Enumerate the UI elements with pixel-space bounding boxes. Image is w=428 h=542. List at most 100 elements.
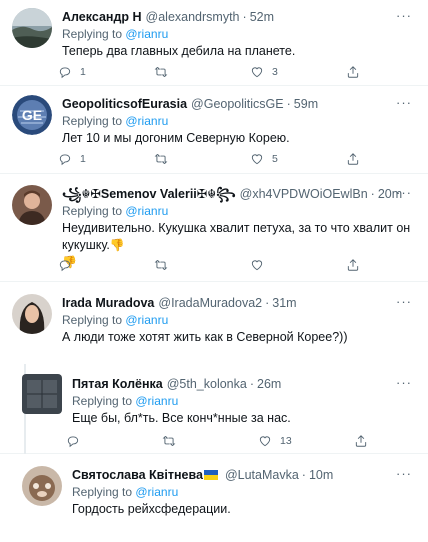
reply-button[interactable]: 1: [58, 152, 154, 166]
timestamp[interactable]: 52m: [250, 9, 274, 25]
more-options-icon[interactable]: ···: [396, 185, 412, 200]
replying-to-handle[interactable]: @rianru: [125, 114, 168, 128]
reply-button[interactable]: [58, 258, 154, 272]
share-button[interactable]: [354, 434, 378, 448]
separator-dot: ·: [265, 296, 270, 310]
tweet-header: Irada Muradova @IradaMuradova2 · 31m: [62, 295, 297, 311]
tweet-actions: [58, 257, 370, 273]
tweet-1[interactable]: GE GeopoliticsofEurasia @GeopoliticsGE ·…: [0, 86, 428, 174]
tweet-4[interactable]: Пятая Колёнка @5th_kolonka · 26m ··· Rep…: [0, 364, 428, 454]
timestamp[interactable]: 59m: [294, 96, 318, 112]
replying-to: Replying to @rianru: [72, 393, 178, 409]
avatar[interactable]: [22, 374, 62, 414]
replying-to-handle[interactable]: @rianru: [135, 485, 178, 499]
like-count: 5: [272, 153, 278, 165]
tweet-header: Святослава Квітнева @LutaMavka · 10m: [72, 467, 333, 483]
replying-to-label: Replying to: [62, 204, 126, 218]
reply-count: 1: [80, 66, 86, 78]
display-name[interactable]: Святослава Квітнева: [72, 467, 221, 483]
replying-to-label: Replying to: [62, 27, 126, 41]
like-button[interactable]: [250, 258, 346, 272]
heart-icon: [251, 67, 263, 78]
heart-icon: [251, 154, 263, 165]
replying-to-handle[interactable]: @rianru: [135, 394, 178, 408]
timestamp[interactable]: 10m: [309, 467, 333, 483]
reply-icon: [67, 436, 79, 448]
share-icon: [347, 66, 359, 78]
like-button[interactable]: 5: [250, 152, 346, 166]
share-button[interactable]: [346, 65, 370, 79]
more-options-icon[interactable]: ···: [396, 466, 412, 481]
display-name[interactable]: ꧁☬✠Semenov Valerii✠☬꧂: [62, 186, 236, 202]
tweet-actions: 1 5: [58, 151, 370, 167]
tweet-0[interactable]: Александр Н @alexandrsmyth · 52m ··· Rep…: [0, 0, 428, 86]
svg-text:GE: GE: [22, 107, 42, 123]
tweet-text: Еще бы, бл*ть. Все конч*нные за нас.: [72, 411, 291, 425]
reply-icon: [59, 67, 71, 79]
tweet-2[interactable]: ꧁☬✠Semenov Valerii✠☬꧂ @xh4VPDWOiOEwlBn ·…: [0, 174, 428, 282]
replying-to: Replying to @rianru: [62, 113, 168, 129]
display-name[interactable]: GeopoliticsofEurasia: [62, 96, 187, 112]
more-options-icon[interactable]: ···: [396, 8, 412, 23]
share-icon: [347, 153, 359, 165]
user-handle[interactable]: @LutaMavka: [225, 467, 299, 483]
like-count: 13: [280, 435, 292, 447]
replying-to: Replying to @rianru: [62, 312, 168, 328]
like-count: 3: [272, 66, 278, 78]
replying-to: Replying to @rianru: [62, 26, 168, 42]
share-icon: [347, 259, 359, 271]
avatar[interactable]: [22, 466, 62, 506]
tweet-actions: 13: [66, 433, 378, 449]
user-handle[interactable]: @alexandrsmyth: [146, 9, 240, 25]
retweet-icon: [154, 154, 168, 164]
share-icon: [355, 435, 367, 447]
user-handle[interactable]: @IradaMuradova2: [158, 295, 262, 311]
display-name-text: Святослава Квітнева: [72, 468, 203, 482]
tweet-5[interactable]: Святослава Квітнева @LutaMavka · 10m ···…: [0, 454, 428, 542]
display-name[interactable]: Пятая Колёнка: [72, 376, 163, 392]
more-options-icon[interactable]: ···: [396, 375, 412, 390]
timestamp[interactable]: 31m: [272, 295, 296, 311]
replying-to-handle[interactable]: @rianru: [125, 313, 168, 327]
more-options-icon[interactable]: ···: [396, 95, 412, 110]
ukraine-flag-icon: [203, 469, 218, 480]
thumbs-down-icon: 👎: [109, 238, 125, 252]
share-button[interactable]: [346, 152, 370, 166]
retweet-button[interactable]: [154, 258, 250, 272]
tweet-header: ꧁☬✠Semenov Valerii✠☬꧂ @xh4VPDWOiOEwlBn ·…: [62, 186, 402, 202]
tweet-3[interactable]: Irada Muradova @IradaMuradova2 · 31m ···…: [0, 282, 428, 364]
retweet-icon: [162, 436, 176, 446]
tweet-text: А люди тоже хотят жить как в Северной Ко…: [62, 330, 348, 344]
avatar[interactable]: [12, 8, 52, 48]
replying-to-handle[interactable]: @rianru: [125, 204, 168, 218]
separator-dot: ·: [301, 468, 306, 482]
reply-button[interactable]: [66, 434, 162, 448]
avatar[interactable]: GE: [12, 95, 52, 135]
tweet-header: GeopoliticsofEurasia @GeopoliticsGE · 59…: [62, 96, 318, 112]
replying-to-label: Replying to: [62, 313, 126, 327]
display-name[interactable]: Irada Muradova: [62, 295, 154, 311]
retweet-icon: [154, 260, 168, 270]
display-name[interactable]: Александр Н: [62, 9, 142, 25]
timestamp[interactable]: 26m: [257, 376, 281, 392]
user-handle[interactable]: @GeopoliticsGE: [191, 96, 284, 112]
retweet-button[interactable]: [162, 434, 258, 448]
retweet-icon: [154, 67, 168, 77]
user-handle[interactable]: @5th_kolonka: [167, 376, 247, 392]
replying-to-label: Replying to: [72, 485, 136, 499]
heart-icon: [259, 436, 271, 447]
like-button[interactable]: 13: [258, 434, 354, 448]
more-options-icon[interactable]: ···: [396, 294, 412, 309]
avatar[interactable]: [12, 294, 52, 334]
tweet-header: Александр Н @alexandrsmyth · 52m: [62, 9, 274, 25]
avatar[interactable]: [12, 185, 52, 225]
tweet-text: Лет 10 и мы догоним Северную Корею.: [62, 131, 290, 145]
replying-to-handle[interactable]: @rianru: [125, 27, 168, 41]
retweet-button[interactable]: [154, 152, 250, 166]
user-handle[interactable]: @xh4VPDWOiOEwlBn: [240, 186, 368, 202]
like-button[interactable]: 3: [250, 65, 346, 79]
reply-button[interactable]: 1: [58, 65, 154, 79]
separator-dot: ·: [286, 97, 291, 111]
retweet-button[interactable]: [154, 65, 250, 79]
share-button[interactable]: [346, 258, 370, 272]
